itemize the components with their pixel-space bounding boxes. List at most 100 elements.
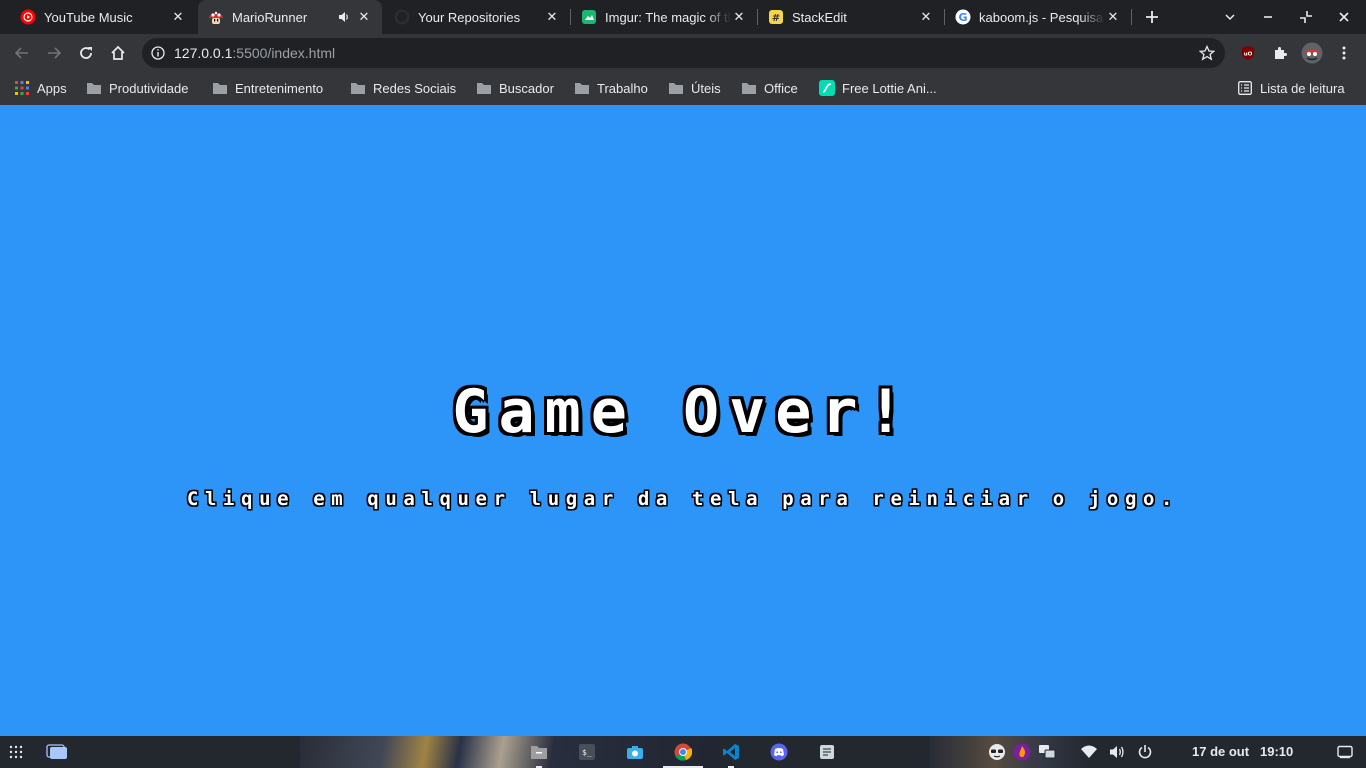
screenshot-app[interactable] — [625, 742, 645, 762]
close-tab-icon[interactable]: ✕ — [356, 9, 372, 25]
volume-icon — [1110, 746, 1124, 758]
discord-app[interactable] — [769, 742, 789, 762]
grid-icon — [9, 745, 23, 759]
forward-button[interactable] — [40, 39, 68, 67]
wifi-status[interactable] — [1079, 742, 1099, 762]
tab-your-repositories[interactable]: Your Repositories ✕ — [384, 0, 570, 34]
close-tab-icon[interactable]: ✕ — [918, 9, 934, 25]
close-tab-icon[interactable]: ✕ — [1105, 9, 1121, 25]
home-button[interactable] — [104, 39, 132, 67]
close-tab-icon[interactable]: ✕ — [731, 9, 747, 25]
tab-title: Your Repositories — [418, 9, 521, 25]
game-canvas[interactable]: Game Over! Clique em qualquer lugar da t… — [0, 105, 1366, 736]
reload-button[interactable] — [72, 39, 100, 67]
lottie-icon — [819, 80, 835, 96]
avatar — [1301, 42, 1323, 64]
bookmark-folder-office[interactable]: Office — [741, 78, 798, 98]
tray-app-glasses[interactable] — [987, 742, 1007, 762]
flame-icon — [1013, 743, 1031, 761]
camera-icon — [627, 746, 643, 759]
back-button[interactable] — [8, 39, 36, 67]
sunglasses-icon — [989, 744, 1005, 760]
bookmark-folder-entretenimento[interactable]: Entretenimento — [212, 78, 323, 98]
plus-icon — [1146, 11, 1158, 23]
tab-title: MarioRunner — [232, 9, 308, 25]
bookmark-label: Office — [764, 80, 798, 96]
menu-button[interactable] — [1330, 39, 1358, 67]
close-window-button[interactable] — [1332, 5, 1356, 29]
folder-icon — [531, 746, 547, 759]
time-display[interactable]: 19:10 — [1260, 744, 1293, 759]
new-tab-button[interactable] — [1140, 5, 1164, 29]
close-tab-icon[interactable]: ✕ — [170, 9, 186, 25]
arrow-left-icon — [14, 47, 28, 59]
taskbar: $_ 17 de out 19:10 — [0, 736, 1366, 768]
bookmark-star-icon[interactable] — [1198, 44, 1216, 61]
address-bar[interactable]: 127.0.0.1:5500/index.html — [142, 38, 1225, 68]
tab-imgur[interactable]: Imgur: The magic of the Internet ✕ — [571, 0, 757, 34]
bookmark-folder-produtividade[interactable]: Produtividade — [86, 78, 189, 98]
url-text[interactable]: 127.0.0.1:5500/index.html — [174, 45, 335, 61]
folder-icon — [350, 80, 366, 96]
bookmark-folder-buscador[interactable]: Buscador — [476, 78, 554, 98]
bookmark-folder-redes-sociais[interactable]: Redes Sociais — [350, 78, 456, 98]
tab-kaboom-search[interactable]: G kaboom.js - Pesquisa Google ✕ — [945, 0, 1131, 34]
app-launcher-button[interactable] — [6, 742, 26, 762]
folder-icon — [741, 80, 757, 96]
bookmark-label: Entretenimento — [235, 80, 324, 96]
ublock-icon: uO — [1242, 46, 1254, 60]
volume-control[interactable] — [1107, 742, 1127, 762]
multitask-view-button[interactable] — [46, 742, 68, 762]
restart-instruction: Clique em qualquer lugar da tela para re… — [186, 488, 1180, 510]
vscode-app[interactable] — [721, 742, 741, 762]
svg-text:G: G — [958, 11, 967, 24]
imgur-icon — [581, 9, 597, 25]
notifications-button[interactable] — [1335, 742, 1355, 762]
speaker-icon[interactable] — [336, 9, 352, 25]
power-button[interactable] — [1135, 742, 1155, 762]
minimize-icon — [1264, 16, 1272, 18]
folder-icon — [212, 80, 228, 96]
reading-list-icon — [1237, 80, 1253, 96]
tray-app-windows[interactable] — [1037, 742, 1057, 762]
files-app[interactable] — [529, 742, 549, 762]
notepad-icon — [820, 745, 834, 759]
restore-button[interactable] — [1294, 5, 1318, 29]
bookmark-folder-trabalho[interactable]: Trabalho — [574, 78, 648, 98]
chrome-icon — [674, 743, 692, 761]
bookmark-label: Free Lottie Ani... — [842, 80, 937, 96]
notification-icon — [1337, 745, 1353, 759]
tab-search-button[interactable] — [1218, 5, 1242, 29]
tab-youtube-music[interactable]: YouTube Music ✕ — [0, 0, 196, 34]
profile-button[interactable] — [1298, 39, 1326, 67]
tray-app-flame[interactable] — [1012, 742, 1032, 762]
folder-icon — [86, 80, 102, 96]
browser-toolbar: 127.0.0.1:5500/index.html uO — [0, 34, 1366, 72]
bookmark-lottie[interactable]: Free Lottie Ani... — [819, 78, 937, 98]
extensions-button[interactable] — [1266, 39, 1294, 67]
reading-list-button[interactable]: Lista de leitura — [1237, 78, 1345, 98]
discord-icon — [770, 743, 788, 761]
bookmark-folder-uteis[interactable]: Úteis — [668, 78, 721, 98]
bookmark-label: Apps — [37, 80, 67, 96]
wifi-icon — [1081, 745, 1097, 758]
terminal-app[interactable]: $_ — [577, 742, 597, 762]
ublock-extension-button[interactable]: uO — [1234, 39, 1262, 67]
tab-strip: YouTube Music ✕ MarioRunner ✕ Your Repos… — [0, 0, 1366, 34]
svg-text:$_: $_ — [582, 748, 592, 757]
bookmark-label: Lista de leitura — [1260, 80, 1345, 96]
bookmark-label: Trabalho — [597, 80, 648, 96]
chrome-app[interactable] — [673, 742, 693, 762]
bookmark-apps[interactable]: Apps — [14, 78, 67, 98]
tab-stackedit[interactable]: # StackEdit ✕ — [758, 0, 944, 34]
date-display[interactable]: 17 de out — [1192, 744, 1249, 759]
close-tab-icon[interactable]: ✕ — [544, 9, 560, 25]
editor-app[interactable] — [817, 742, 837, 762]
info-icon[interactable] — [150, 45, 166, 61]
tab-title: YouTube Music — [44, 9, 133, 25]
tab-mariorunner[interactable]: MarioRunner ✕ — [198, 0, 382, 34]
bookmark-label: Redes Sociais — [373, 80, 457, 96]
windows-overview-icon — [46, 744, 67, 759]
minimize-button[interactable] — [1256, 5, 1280, 29]
power-icon — [1138, 745, 1152, 759]
